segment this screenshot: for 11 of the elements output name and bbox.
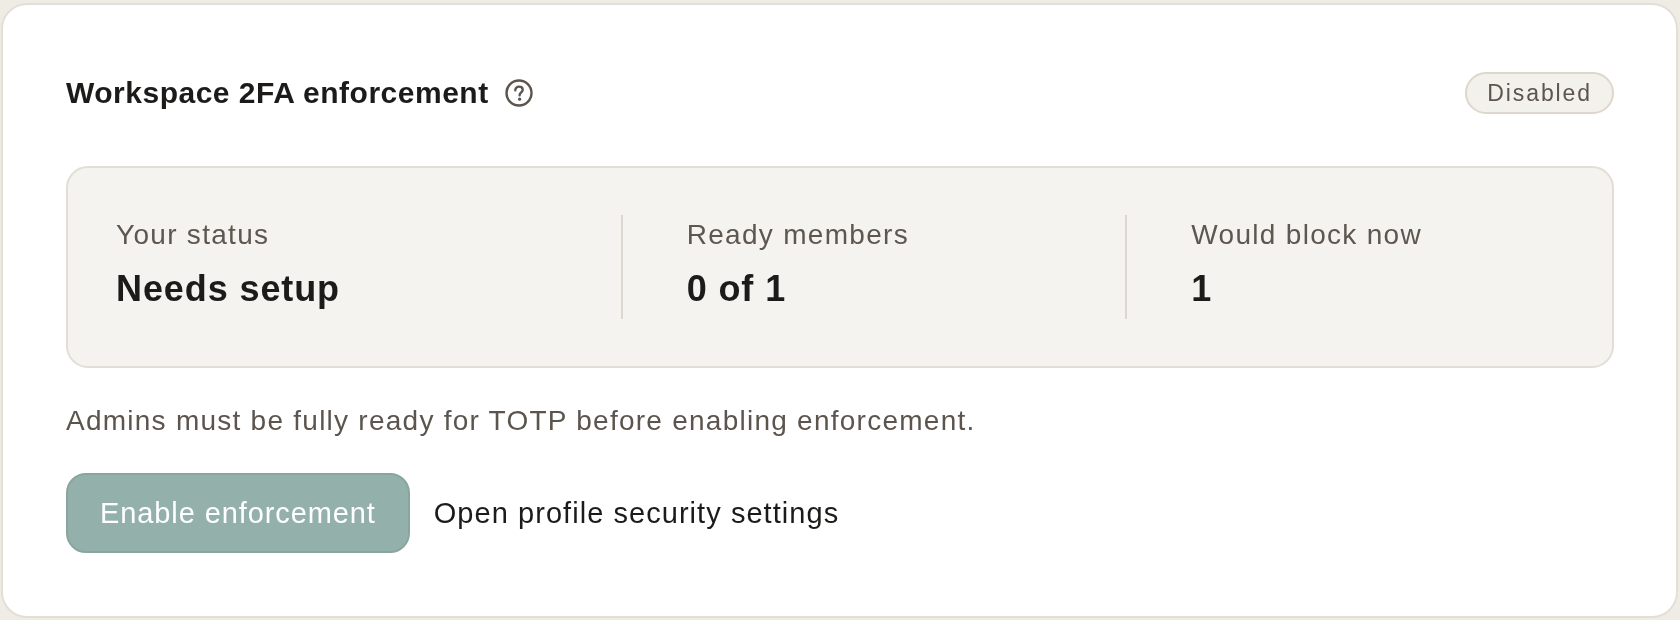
stat-value: 1 [1191, 267, 1213, 311]
settings-link[interactable]: Open profile security settings [433, 496, 840, 530]
stat-label: Would block now [1191, 218, 1422, 252]
stat-label: Ready members [686, 218, 909, 252]
status-badge: Disabled [1465, 72, 1614, 114]
stat-value: Needs setup [116, 267, 340, 311]
stat-value: 0 of 1 [686, 267, 787, 311]
help-icon[interactable] [504, 79, 533, 107]
help-text: Admins must be fully ready for TOTP before enabling enforcement. [66, 404, 976, 438]
card-title: Workspace 2FA enforcement [66, 75, 489, 111]
stat-label: Your status [116, 218, 270, 252]
